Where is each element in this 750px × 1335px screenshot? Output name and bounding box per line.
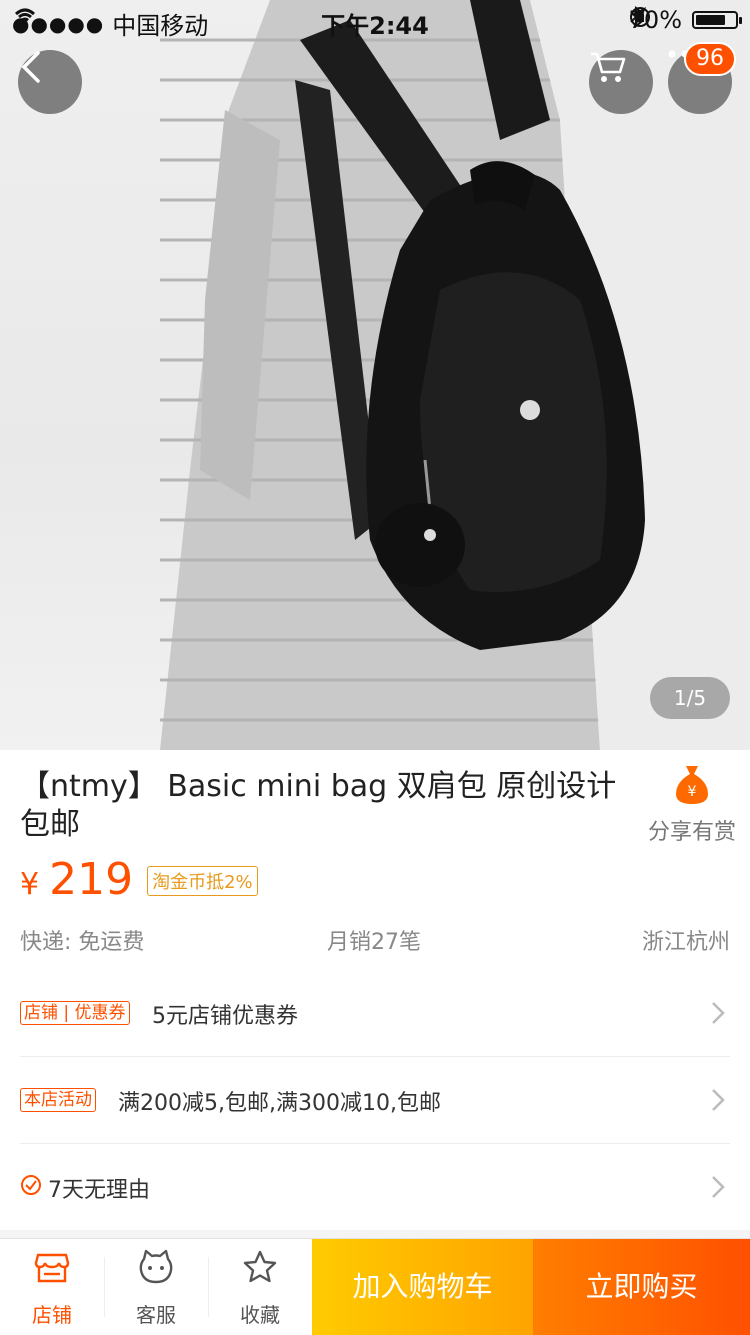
cart-icon <box>591 52 626 82</box>
product-title: 【ntmy】 Basic mini bag 双肩包 原创设计包邮 <box>20 769 617 842</box>
product-info: 【ntmy】 Basic mini bag 双肩包 原创设计包邮 ¥ 分享有赏 … <box>0 750 750 970</box>
status-bar: ●●●●● 中国移动 下午2:44 70% <box>0 0 750 40</box>
share-reward-button[interactable]: ¥ 分享有赏 <box>640 762 744 846</box>
price-value: 219 <box>49 854 134 905</box>
chevron-right-icon <box>712 1176 725 1198</box>
promo-list: 店铺 | 优惠券 5元店铺优惠券 本店活动 满200减5,包邮,满300减10,… <box>0 970 750 1230</box>
chevron-right-icon <box>712 1089 725 1111</box>
list-item-return-policy[interactable]: 7天无理由 <box>20 1144 730 1230</box>
money-bag-icon: ¥ <box>676 766 708 804</box>
bottom-action-bar: 店铺 客服 收藏 加入购物车 立即购买 <box>0 1238 750 1335</box>
monthly-sales: 月销27笔 <box>327 930 421 955</box>
tab-customer-service[interactable]: 客服 <box>104 1239 208 1335</box>
list-item-coupon[interactable]: 店铺 | 优惠券 5元店铺优惠券 <box>20 970 730 1057</box>
bluetooth-icon <box>629 6 643 28</box>
shipping-info: 快递: 免运费 <box>20 930 145 955</box>
currency-symbol: ¥ <box>20 867 40 902</box>
more-button[interactable]: 96 <box>668 42 736 114</box>
store-activity-text: 满200减5,包邮,满300减10,包邮 <box>118 1091 441 1116</box>
ship-from-location: 浙江杭州 <box>641 930 730 955</box>
tab-shop-label: 店铺 <box>32 1303 72 1327</box>
store-activity-tag: 本店活动 <box>20 1088 96 1112</box>
star-icon <box>243 1250 277 1283</box>
price-row: ¥ 219 淘金币抵2% <box>20 854 258 905</box>
tab-service-label: 客服 <box>136 1303 176 1327</box>
return-policy-text: 7天无理由 <box>48 1178 150 1203</box>
notification-badge: 96 <box>684 42 736 76</box>
buy-now-button[interactable]: 立即购买 <box>533 1239 750 1335</box>
chevron-left-icon <box>21 51 40 83</box>
tab-favorite[interactable]: 收藏 <box>208 1239 312 1335</box>
battery-icon <box>692 11 742 29</box>
coin-discount-tag: 淘金币抵2% <box>147 866 258 896</box>
coupon-tag: 店铺 | 优惠券 <box>20 1001 130 1025</box>
product-image[interactable]: ●●●●● 中国移动 下午2:44 70% 96 1/5 <box>0 0 750 750</box>
store-icon <box>34 1253 70 1283</box>
back-button[interactable] <box>18 50 82 114</box>
tab-favorite-label: 收藏 <box>240 1303 280 1327</box>
cart-button[interactable] <box>589 50 653 114</box>
check-circle-icon <box>21 1175 41 1195</box>
add-to-cart-button[interactable]: 加入购物车 <box>312 1239 533 1335</box>
share-reward-label: 分享有赏 <box>647 820 736 845</box>
coupon-text: 5元店铺优惠券 <box>152 1004 298 1029</box>
chevron-right-icon <box>712 1002 725 1024</box>
tab-shop[interactable]: 店铺 <box>0 1239 104 1335</box>
svg-text:¥: ¥ <box>688 784 697 800</box>
product-photo-illustration <box>160 0 750 750</box>
list-item-store-activity[interactable]: 本店活动 满200减5,包邮,满300减10,包邮 <box>20 1057 730 1144</box>
customer-service-icon <box>139 1249 173 1284</box>
image-counter: 1/5 <box>650 677 730 719</box>
